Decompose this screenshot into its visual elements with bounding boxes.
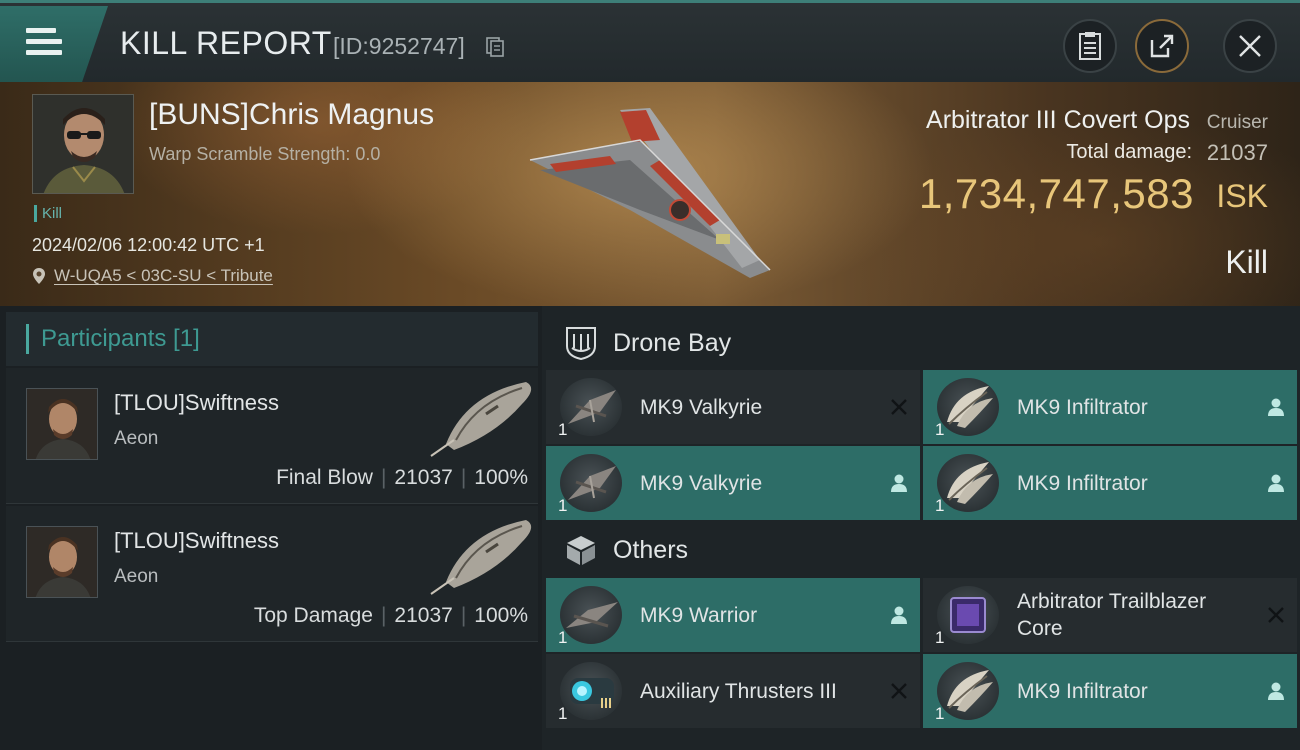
share-icon [1150,34,1174,58]
other-item[interactable]: 1 MK9 Warrior [546,578,920,652]
cube-icon [567,536,595,565]
participant-damage: 21037 [394,466,453,489]
participant-damage: 21037 [394,604,453,627]
item-quantity: 1 [558,704,568,723]
item-name: Arbitrator Trailblazer Core [1017,588,1206,642]
drone-bay-header: Drone Bay [546,314,1300,372]
participant-name: [TLOU]Swiftness [114,390,280,415]
isk-unit: ISK [1216,178,1268,214]
other-item[interactable]: 1 Auxiliary Thrusters III [546,654,920,728]
x-icon [1268,607,1284,623]
kill-tag: Kill [34,205,62,222]
drone-item[interactable]: 1 MK9 Infiltrator [923,370,1297,444]
person-icon [1268,474,1284,492]
participant-ship-image [430,382,532,457]
kill-location[interactable]: W-UQA5 < 03C-SU < Tribute [32,266,273,286]
drone-bay-icon [566,327,596,360]
participants-title: Participants [1] [26,324,200,354]
person-icon [891,606,907,624]
drone-icon [937,454,999,512]
participant-percent: 100% [474,466,528,489]
share-button[interactable] [1135,19,1189,73]
drone-bay-label: Drone Bay [613,328,732,357]
item-name: MK9 Infiltrator [1017,396,1148,419]
victim-ship-name[interactable]: Arbitrator III Covert Ops [926,106,1190,135]
others-label: Others [613,535,689,564]
core-module-icon [937,586,999,644]
x-icon [891,399,907,415]
participant-ship: Aeon [114,566,159,587]
location-pin-icon [33,268,45,284]
total-damage-value: 21037 [1206,140,1268,165]
clipboard-button[interactable] [1063,19,1117,73]
item-quantity: 1 [935,496,945,515]
item-name: MK9 Infiltrator [1017,680,1148,703]
participant-ship: Aeon [114,428,159,449]
item-name: MK9 Warrior [640,604,758,627]
others-header: Others [546,521,1300,579]
drone-item[interactable]: 1 MK9 Valkyrie [546,446,920,520]
item-name: MK9 Infiltrator [1017,472,1148,495]
drone-icon [560,378,622,436]
warp-scramble-strength: Warp Scramble Strength: 0.0 [149,144,381,164]
item-quantity: 1 [935,420,945,439]
person-icon [891,474,907,492]
drone-icon [937,378,999,436]
clipboard-icon [1079,32,1101,60]
participant-percent: 100% [474,604,528,627]
item-quantity: 1 [558,628,568,647]
x-icon [891,683,907,699]
person-icon [1268,398,1284,416]
victim-name[interactable]: [BUNS]Chris Magnus [149,98,434,132]
close-button[interactable] [1223,19,1277,73]
other-item[interactable]: 1 Arbitrator Trailblazer Core [923,578,1297,652]
item-name: Auxiliary Thrusters III [640,680,837,703]
thruster-icon [560,662,622,720]
header-bar: KILL REPORT [ID:9252747] [0,0,1300,82]
drone-item[interactable]: 1 MK9 Infiltrator [923,446,1297,520]
participant-stats: Final Blow | 21037 | 100% [276,466,528,489]
drone-icon [937,662,999,720]
item-quantity: 1 [935,628,945,647]
item-name: MK9 Valkyrie [640,396,763,419]
victim-avatar[interactable] [32,94,134,194]
item-name-line1: Arbitrator Trailblazer [1017,590,1207,613]
participant-ship-image [430,520,532,595]
victim-ship-class: Cruiser [1206,112,1268,133]
page-title: KILL REPORT [120,25,332,61]
menu-icon [26,28,62,58]
participant-role: Final Blow [276,466,373,489]
item-name-line2: Core [1017,617,1063,640]
item-quantity: 1 [935,704,945,723]
item-name: MK9 Valkyrie [640,472,763,495]
close-icon [1239,35,1261,57]
location-link[interactable]: W-UQA5 < 03C-SU < Tribute [54,266,273,286]
item-quantity: 1 [558,420,568,439]
total-damage-label: Total damage: [1066,141,1192,163]
participant-card[interactable]: [TLOU]Swiftness Aeon Top Damage | 21037 … [6,506,538,642]
participant-avatar[interactable] [26,388,98,460]
participant-card[interactable]: [TLOU]Swiftness Aeon Final Blow | 21037 … [6,368,538,504]
participant-stats: Top Damage | 21037 | 100% [253,604,528,627]
drone-icon [560,586,622,644]
other-item[interactable]: 1 MK9 Infiltrator [923,654,1297,728]
person-icon [1268,682,1284,700]
participant-name: [TLOU]Swiftness [114,528,280,553]
kill-datetime: 2024/02/06 12:00:42 UTC +1 [32,235,265,255]
victim-ship-image [529,108,771,278]
copy-icon[interactable] [486,37,504,57]
drone-icon [560,454,622,512]
drone-item[interactable]: 1 MK9 Valkyrie [546,370,920,444]
kill-result: Kill [1225,244,1268,280]
participant-avatar[interactable] [26,526,98,598]
report-id: [ID:9252747] [333,33,465,59]
item-quantity: 1 [558,496,568,515]
menu-button[interactable] [0,6,108,82]
participant-role: Top Damage [253,604,373,627]
isk-value: 1,734,747,583 [918,170,1194,217]
